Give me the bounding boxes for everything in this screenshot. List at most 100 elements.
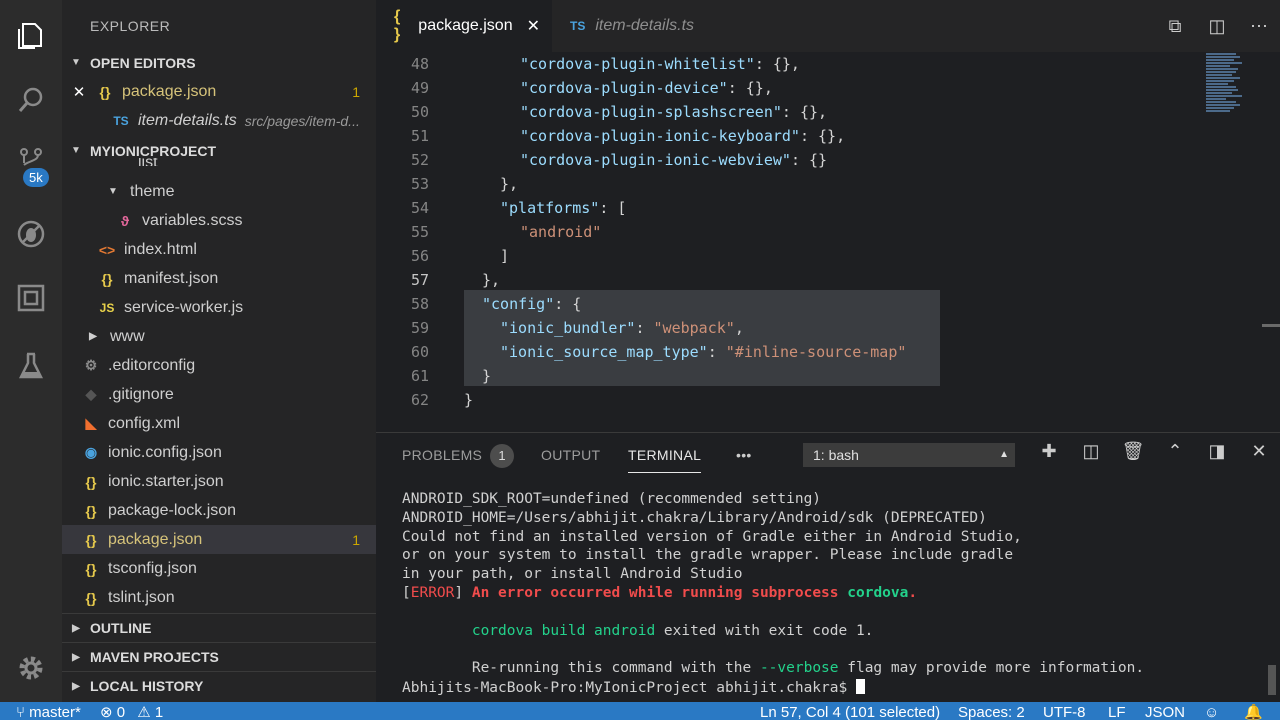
- new-terminal-icon[interactable]: ✚: [1028, 441, 1070, 462]
- debug-icon[interactable]: [0, 204, 62, 264]
- code-text: "cordova-plugin-ionic-webview": {}: [520, 151, 828, 169]
- more-actions-icon[interactable]: ⋯: [1238, 16, 1280, 37]
- code-line[interactable]: 62}: [376, 388, 1206, 412]
- line-number: 54: [410, 199, 429, 217]
- line-ending[interactable]: LF: [1108, 702, 1126, 720]
- tree-item-gitignore[interactable]: ◆ .gitignore: [62, 380, 376, 409]
- files-icon[interactable]: [0, 6, 62, 66]
- terminal-select[interactable]: 1: bash ▲: [803, 443, 1015, 467]
- outline-header[interactable]: ▶ OUTLINE: [62, 613, 376, 642]
- code-line[interactable]: 51 "cordova-plugin-ionic-keyboard": {},: [376, 124, 1206, 148]
- language-mode[interactable]: JSON: [1145, 702, 1185, 720]
- line-number: 55: [410, 223, 429, 241]
- open-editor-package-json[interactable]: ✕ {} package.json 1: [62, 77, 376, 106]
- tree-item-tslint-json[interactable]: {} tslint.json: [62, 583, 376, 612]
- tree-item-list-partial[interactable]: list: [62, 152, 376, 166]
- tree-item-variables-scss[interactable]: ϑ variables.scss: [62, 206, 376, 235]
- tree-item-ionic-starter-json[interactable]: {} ionic.starter.json: [62, 467, 376, 496]
- split-editor-icon[interactable]: ◫: [1196, 16, 1238, 37]
- code-line[interactable]: 53},: [376, 172, 1206, 196]
- encoding[interactable]: UTF-8: [1043, 702, 1086, 720]
- tree-item-ionic-config-json[interactable]: ◉ ionic.config.json: [62, 438, 376, 467]
- tab-item-details-ts[interactable]: TS item-details.ts: [552, 0, 732, 52]
- code-line[interactable]: 49 "cordova-plugin-device": {},: [376, 76, 1206, 100]
- code-text: "cordova-plugin-ionic-keyboard": {},: [520, 127, 846, 145]
- search-icon[interactable]: [0, 70, 62, 130]
- tab-output[interactable]: OUTPUT: [541, 447, 600, 463]
- notifications-bell-icon[interactable]: 🔔: [1244, 702, 1263, 720]
- terminal-output[interactable]: ANDROID_SDK_ROOT=undefined (recommended …: [402, 491, 1144, 698]
- code-line[interactable]: 50 "cordova-plugin-splashscreen": {},: [376, 100, 1206, 124]
- error-icon: ⊗: [100, 704, 117, 720]
- problems-indicator[interactable]: ⊗ 0 ⚠ 1: [100, 702, 163, 720]
- code-line[interactable]: 48 "cordova-plugin-whitelist": {},: [376, 52, 1206, 76]
- collapsed-triangle-icon: ▶: [72, 651, 80, 663]
- split-terminal-icon[interactable]: ◫: [1070, 441, 1112, 462]
- branch-indicator[interactable]: ⑂ master*: [16, 702, 81, 720]
- tree-item-tsconfig-json[interactable]: {} tsconfig.json: [62, 554, 376, 583]
- local-history-header[interactable]: ▶ LOCAL HISTORY: [62, 671, 376, 700]
- code-line[interactable]: 57},: [376, 268, 1206, 292]
- indentation[interactable]: Spaces: 2: [958, 702, 1025, 720]
- exit-code-line: cordova build android exited with exit c…: [471, 622, 874, 639]
- line-number: 52: [410, 151, 429, 169]
- code-text: "cordova-plugin-device": {},: [520, 79, 773, 97]
- maximize-panel-icon[interactable]: ⌃: [1154, 441, 1196, 462]
- code-text: "config": {: [482, 295, 582, 313]
- json-file-icon: {}: [101, 270, 113, 287]
- activity-bar: 5k: [0, 0, 62, 702]
- line-number: 53: [410, 175, 429, 193]
- code-line[interactable]: 59 "ionic_bundler": "webpack",: [376, 316, 1206, 340]
- terminal-scrollbar[interactable]: [1268, 665, 1276, 695]
- code-line[interactable]: 52 "cordova-plugin-ionic-webview": {}: [376, 148, 1206, 172]
- code-line[interactable]: 56]: [376, 244, 1206, 268]
- status-bar: ⑂ master* ⊗ 0 ⚠ 1 Ln 57, Col 4 (101 sele…: [0, 702, 1280, 720]
- code-line[interactable]: 61}: [376, 364, 1206, 388]
- tree-item-package-lock-json[interactable]: {} package-lock.json: [62, 496, 376, 525]
- open-changes-icon[interactable]: ⧉: [1154, 16, 1196, 37]
- tree-item-service-worker-js[interactable]: JS service-worker.js: [62, 293, 376, 322]
- toggle-panel-icon[interactable]: ◨: [1196, 441, 1238, 462]
- open-editor-item-details[interactable]: TS item-details.ts src/pages/item-d...: [62, 106, 376, 135]
- code-editor[interactable]: 48 "cordova-plugin-whitelist": {}, 49 "cord…: [376, 52, 1280, 432]
- tab-problems[interactable]: PROBLEMS: [402, 447, 482, 463]
- source-control-badge: 5k: [23, 168, 49, 187]
- feedback-smiley-icon[interactable]: ☺: [1204, 702, 1219, 720]
- kill-terminal-icon[interactable]: 🗑: [1112, 441, 1154, 462]
- tab-package-json[interactable]: { } package.json ✕: [376, 0, 552, 52]
- code-text: "cordova-plugin-whitelist": {},: [520, 55, 800, 73]
- tree-folder-www[interactable]: ▶ www: [62, 322, 376, 351]
- tree-item-editorconfig[interactable]: ⚙ .editorconfig: [62, 351, 376, 380]
- gear-file-icon: ⚙: [84, 357, 98, 373]
- tab-terminal[interactable]: TERMINAL: [628, 447, 702, 473]
- code-text: "ionic_bundler": "webpack",: [500, 319, 744, 337]
- branch-icon: ⑂: [16, 704, 30, 720]
- code-line[interactable]: 55 "android": [376, 220, 1206, 244]
- tree-folder-theme[interactable]: ▼ theme: [62, 177, 376, 206]
- collapsed-triangle-icon: ▶: [89, 331, 97, 342]
- settings-gear-icon[interactable]: [0, 638, 62, 698]
- terminal-cursor: [855, 678, 865, 694]
- cursor-position[interactable]: Ln 57, Col 4 (101 selected): [760, 702, 940, 720]
- test-flask-icon[interactable]: [0, 336, 62, 396]
- html-file-icon: <>: [98, 241, 116, 258]
- minimap[interactable]: [1206, 52, 1266, 152]
- extensions-icon[interactable]: [0, 268, 62, 328]
- code-line[interactable]: 54 "platforms": [: [376, 196, 1206, 220]
- open-editors-header[interactable]: ▼ OPEN EDITORS: [62, 48, 376, 77]
- code-line[interactable]: 60 "ionic_source_map_type": "#inline-sour…: [376, 340, 1206, 364]
- tree-item-manifest-json[interactable]: {} manifest.json: [62, 264, 376, 293]
- tree-item-config-xml[interactable]: ◣ config.xml: [62, 409, 376, 438]
- line-number: 57: [410, 271, 429, 289]
- tree-item-package-json[interactable]: {} package.json 1: [62, 525, 376, 554]
- close-panel-icon[interactable]: ✕: [1238, 441, 1280, 462]
- maven-projects-header[interactable]: ▶ MAVEN PROJECTS: [62, 642, 376, 671]
- close-icon[interactable]: ✕: [62, 83, 96, 101]
- prompt-line: Abhijits-MacBook-Pro:MyIonicProject abhi…: [402, 678, 1144, 698]
- code-line[interactable]: 58 "config": {: [376, 292, 1206, 316]
- tree-item-index-html[interactable]: <> index.html: [62, 235, 376, 264]
- close-tab-icon[interactable]: ✕: [527, 16, 540, 36]
- editor-tabs: { } package.json ✕ TS item-details.ts ⧉ …: [376, 0, 1280, 52]
- select-arrow-icon: ▲: [999, 449, 1009, 460]
- more-tabs-icon[interactable]: •••: [736, 447, 752, 463]
